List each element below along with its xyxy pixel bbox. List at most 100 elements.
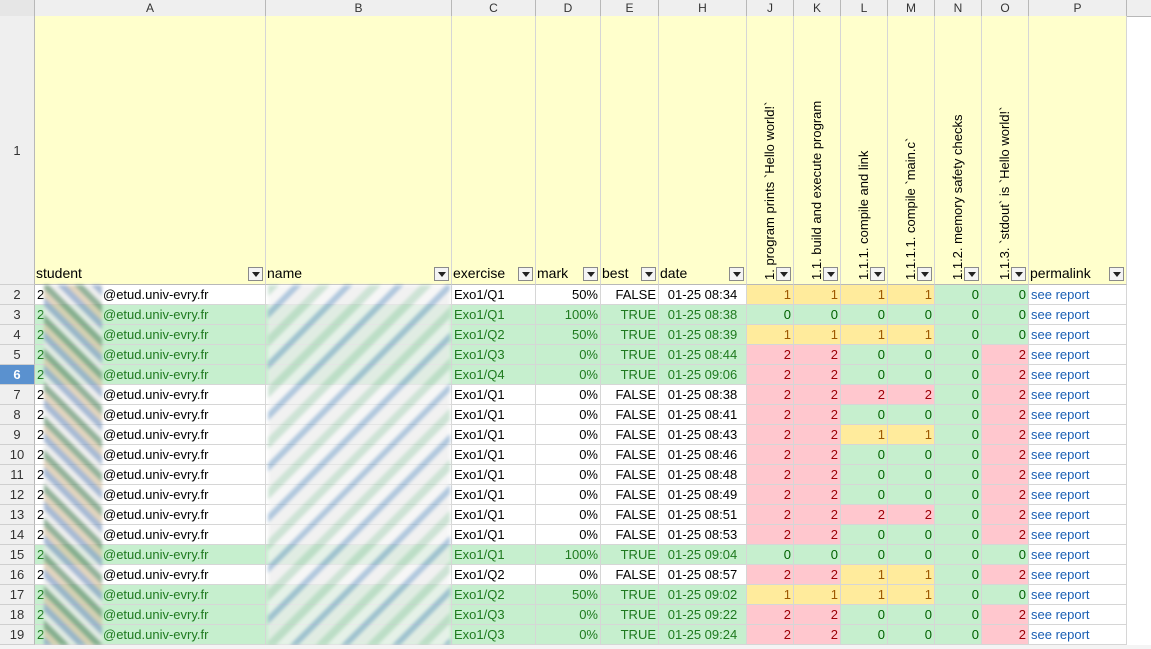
mark-cell[interactable]: 100%	[536, 545, 601, 565]
autofilter-dropdown-icon[interactable]	[870, 267, 885, 281]
best-cell[interactable]: FALSE	[601, 525, 659, 545]
date-cell[interactable]: 01-25 08:57	[659, 565, 747, 585]
mark-cell[interactable]: 0%	[536, 465, 601, 485]
see-report-link[interactable]: see report	[1029, 565, 1127, 585]
check-result-cell[interactable]: 0	[935, 525, 982, 545]
autofilter-dropdown-icon[interactable]	[248, 267, 263, 281]
date-cell[interactable]: 01-25 08:53	[659, 525, 747, 545]
check-result-cell[interactable]: 2	[794, 525, 841, 545]
see-report-link[interactable]: see report	[1029, 385, 1127, 405]
exercise-cell[interactable]: Exo1/Q1	[452, 425, 536, 445]
check-result-cell[interactable]: 1	[888, 425, 935, 445]
best-cell[interactable]: TRUE	[601, 345, 659, 365]
check-result-cell[interactable]: 0	[841, 545, 888, 565]
date-cell[interactable]: 01-25 08:38	[659, 305, 747, 325]
exercise-cell[interactable]: Exo1/Q3	[452, 605, 536, 625]
see-report-link[interactable]: see report	[1029, 305, 1127, 325]
autofilter-dropdown-icon[interactable]	[729, 267, 744, 281]
check-result-cell[interactable]: 0	[841, 485, 888, 505]
column-header-d[interactable]: D	[536, 0, 601, 16]
check-result-cell[interactable]: 0	[747, 305, 794, 325]
check-result-cell[interactable]: 1	[794, 325, 841, 345]
mark-cell[interactable]: 50%	[536, 325, 601, 345]
check-result-cell[interactable]: 1	[747, 325, 794, 345]
check-result-cell[interactable]: 2	[747, 605, 794, 625]
check-result-cell[interactable]: 0	[841, 405, 888, 425]
check-result-cell[interactable]: 0	[935, 445, 982, 465]
autofilter-dropdown-icon[interactable]	[1109, 267, 1124, 281]
check-result-cell[interactable]: 0	[888, 365, 935, 385]
row-header-2[interactable]: 2	[0, 285, 35, 305]
header-cell-c5[interactable]: 1.1.3. `stdout` is `Hello world!`	[982, 16, 1029, 285]
check-result-cell[interactable]: 2	[747, 345, 794, 365]
check-result-cell[interactable]: 2	[747, 525, 794, 545]
check-result-cell[interactable]: 0	[841, 525, 888, 545]
mark-cell[interactable]: 0%	[536, 365, 601, 385]
check-result-cell[interactable]: 2	[982, 405, 1029, 425]
check-result-cell[interactable]: 1	[794, 585, 841, 605]
header-cell-c1[interactable]: 1.1. build and execute program	[794, 16, 841, 285]
autofilter-dropdown-icon[interactable]	[964, 267, 979, 281]
see-report-link[interactable]: see report	[1029, 505, 1127, 525]
row-header-14[interactable]: 14	[0, 525, 35, 545]
column-header-h[interactable]: H	[659, 0, 747, 16]
best-cell[interactable]: TRUE	[601, 625, 659, 645]
column-header-e[interactable]: E	[601, 0, 659, 16]
autofilter-dropdown-icon[interactable]	[917, 267, 932, 281]
exercise-cell[interactable]: Exo1/Q1	[452, 285, 536, 305]
best-cell[interactable]: TRUE	[601, 545, 659, 565]
check-result-cell[interactable]: 0	[935, 385, 982, 405]
row-header-19[interactable]: 19	[0, 625, 35, 645]
header-cell-mark[interactable]: mark	[536, 16, 601, 285]
header-cell-permalink[interactable]: permalink	[1029, 16, 1127, 285]
check-result-cell[interactable]: 2	[982, 625, 1029, 645]
date-cell[interactable]: 01-25 09:02	[659, 585, 747, 605]
select-all-corner[interactable]	[0, 0, 35, 16]
see-report-link[interactable]: see report	[1029, 625, 1127, 645]
date-cell[interactable]: 01-25 09:06	[659, 365, 747, 385]
check-result-cell[interactable]: 0	[935, 565, 982, 585]
column-header-j[interactable]: J	[747, 0, 794, 16]
check-result-cell[interactable]: 2	[982, 445, 1029, 465]
see-report-link[interactable]: see report	[1029, 445, 1127, 465]
check-result-cell[interactable]: 2	[747, 485, 794, 505]
check-result-cell[interactable]: 2	[794, 445, 841, 465]
autofilter-dropdown-icon[interactable]	[583, 267, 598, 281]
check-result-cell[interactable]: 2	[794, 465, 841, 485]
check-result-cell[interactable]: 1	[841, 285, 888, 305]
check-result-cell[interactable]: 2	[747, 465, 794, 485]
check-result-cell[interactable]: 0	[794, 545, 841, 565]
mark-cell[interactable]: 0%	[536, 405, 601, 425]
check-result-cell[interactable]: 2	[982, 425, 1029, 445]
header-cell-best[interactable]: best	[601, 16, 659, 285]
see-report-link[interactable]: see report	[1029, 405, 1127, 425]
check-result-cell[interactable]: 0	[747, 545, 794, 565]
row-header-3[interactable]: 3	[0, 305, 35, 325]
check-result-cell[interactable]: 0	[841, 345, 888, 365]
date-cell[interactable]: 01-25 08:39	[659, 325, 747, 345]
best-cell[interactable]: FALSE	[601, 485, 659, 505]
see-report-link[interactable]: see report	[1029, 345, 1127, 365]
check-result-cell[interactable]: 1	[841, 585, 888, 605]
check-result-cell[interactable]: 2	[982, 605, 1029, 625]
column-header-a[interactable]: A	[35, 0, 266, 16]
check-result-cell[interactable]: 0	[935, 465, 982, 485]
check-result-cell[interactable]: 2	[794, 385, 841, 405]
row-header-7[interactable]: 7	[0, 385, 35, 405]
check-result-cell[interactable]: 0	[841, 625, 888, 645]
exercise-cell[interactable]: Exo1/Q1	[452, 545, 536, 565]
mark-cell[interactable]: 0%	[536, 445, 601, 465]
row-header-4[interactable]: 4	[0, 325, 35, 345]
row-header-10[interactable]: 10	[0, 445, 35, 465]
check-result-cell[interactable]: 0	[935, 425, 982, 445]
see-report-link[interactable]: see report	[1029, 585, 1127, 605]
date-cell[interactable]: 01-25 08:48	[659, 465, 747, 485]
mark-cell[interactable]: 0%	[536, 605, 601, 625]
check-result-cell[interactable]: 2	[747, 445, 794, 465]
check-result-cell[interactable]: 2	[888, 505, 935, 525]
best-cell[interactable]: FALSE	[601, 285, 659, 305]
mark-cell[interactable]: 0%	[536, 485, 601, 505]
check-result-cell[interactable]: 2	[747, 405, 794, 425]
best-cell[interactable]: TRUE	[601, 365, 659, 385]
exercise-cell[interactable]: Exo1/Q2	[452, 565, 536, 585]
